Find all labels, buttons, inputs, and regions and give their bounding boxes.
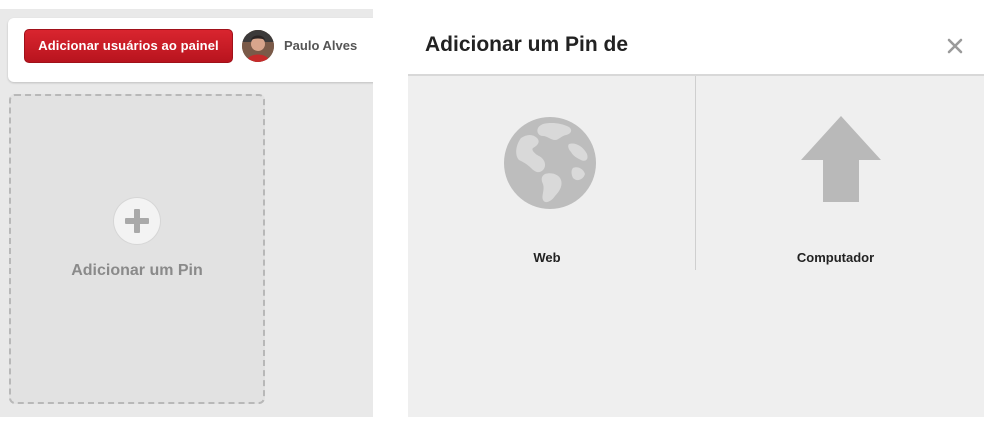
board-header-card: Adicionar usuários ao painel Paulo Alves [8,18,373,82]
modal-title: Adicionar um Pin de [425,33,629,56]
option-computer[interactable]: Computador [697,76,984,271]
option-divider [695,76,696,270]
close-icon[interactable] [945,36,965,56]
screenshot-root: Adicionar usuários ao painel Paulo Alves [0,0,984,425]
option-computer-label: Computador [796,250,875,265]
plus-icon [114,198,160,244]
avatar-image [242,30,274,62]
add-pin-tile[interactable]: Adicionar um Pin [9,94,265,404]
add-pin-label: Adicionar um Pin [71,262,203,279]
user-name[interactable]: Paulo Alves [284,38,357,53]
globe-icon [503,116,597,210]
option-web[interactable]: Web [408,76,696,271]
add-users-to-board-button[interactable]: Adicionar usuários ao painel [24,29,233,63]
avatar[interactable] [242,30,274,62]
option-web-label: Web [533,250,561,265]
upload-arrow-icon [801,116,881,202]
modal-header: Adicionar um Pin de [408,9,984,76]
board-panel: Adicionar usuários ao painel Paulo Alves [0,9,373,417]
add-pin-modal: Adicionar um Pin de Web Computador [408,9,984,417]
